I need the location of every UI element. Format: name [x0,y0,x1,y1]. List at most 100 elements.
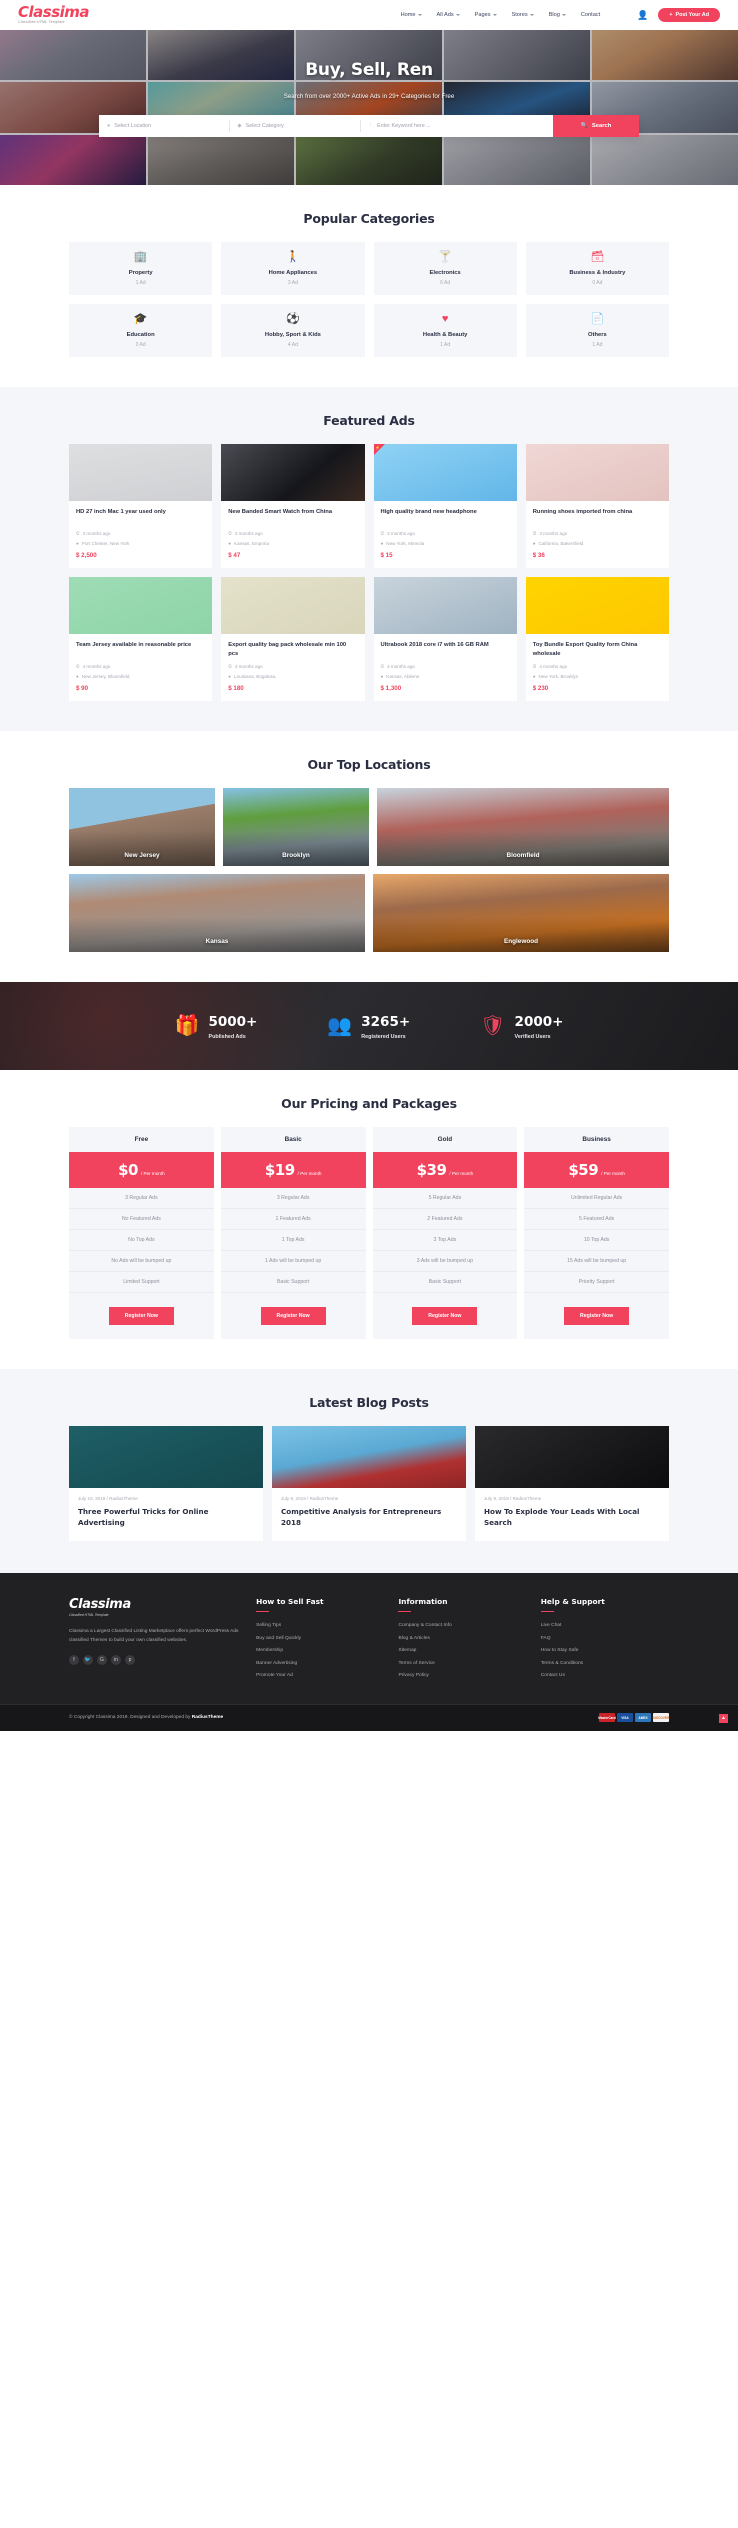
hero-subtitle: Search from over 2000+ Active Ads in 29+… [283,93,455,100]
register-now-button[interactable]: Register Now [412,1307,478,1325]
chevron-down-icon [561,14,566,16]
footer-link[interactable]: Terms of Service [398,1661,526,1666]
footer-link[interactable]: Blog & Articles [398,1636,526,1641]
ad-location: ● New York, Mineola [381,541,510,546]
nav-item-pages[interactable]: Pages [475,12,497,18]
footer-link[interactable]: Contact Us [541,1673,669,1678]
ad-time: ⏱ 3 months ago [381,531,510,536]
location-card-new-jersey[interactable]: New Jersey [69,788,215,866]
footer-link[interactable]: Privacy Policy [398,1673,526,1678]
clock-icon: ⏱ [76,531,80,536]
blog-thumbnail [475,1426,669,1488]
site-header: Classima Classified HTML Template Home A… [0,0,738,30]
ad-card[interactable]: Team Jersey available in reasonable pric… [69,577,213,701]
plan-feature: 5 Featured Ads [524,1209,669,1230]
ad-card[interactable]: New Banded Smart Watch from China ⏱ 3 mon… [221,444,365,568]
footer-link[interactable]: Live Chat [541,1623,669,1628]
blog-card[interactable]: July 9, 2019 / RadiusTheme Competitive A… [272,1426,466,1541]
ad-time-label: 3 months ago [387,531,415,536]
gift-icon: 🎁 [174,1015,200,1037]
nav-item-contact[interactable]: Contact [581,12,600,18]
blog-title: Three Powerful Tricks for Online Adverti… [78,1507,209,1527]
category-count: 6 Ad [440,279,451,286]
plan-period: / Per month [601,1171,625,1176]
ad-card[interactable]: Toy Bundle Export Quality form China who… [525,577,669,701]
plan-name: Basic [284,1136,302,1143]
ad-thumbnail [69,577,213,634]
footer-link[interactable]: Banner Advertising [256,1661,384,1666]
location-card-kansas[interactable]: Kansas [69,874,365,952]
plan-feature: 3 Regular Ads [69,1188,214,1209]
footer-link[interactable]: Selling Tips [256,1623,384,1628]
locations-row-1: New Jersey Brooklyn Bloomfield [69,788,669,866]
nav-item-blog[interactable]: Blog [549,12,566,18]
footer-link[interactable]: Company & Contact Info [398,1623,526,1628]
nav-item-home[interactable]: Home [401,12,422,18]
ad-title: Export quality bag pack wholesale min 10… [228,642,347,657]
keyword-field[interactable]: ⋮ Enter Keyword here ... [359,115,553,137]
post-your-ad-button[interactable]: + Post Your Ad [658,8,720,22]
facebook-icon[interactable]: f [69,1655,79,1666]
map-pin-icon: ● [228,674,232,679]
category-field[interactable]: ◆ Select Category [229,115,359,137]
chevron-down-icon [455,14,460,16]
footer-link[interactable]: Buy and Sell Quickly [256,1636,384,1641]
location-card-brooklyn[interactable]: Brooklyn [223,788,369,866]
section-title: Featured Ads [323,413,415,428]
footer-link[interactable]: Sitemap [398,1648,526,1653]
ad-card[interactable]: ⚡ High quality brand new headphone ⏱ 3 mo… [373,444,517,568]
ad-time-label: 4 months ago [539,664,568,669]
location-field[interactable]: ● Select Location [99,115,229,137]
hero-content: Buy, Sell, Ren Search from over 2000+ Ac… [0,30,738,185]
user-icon[interactable]: 👤 [637,10,648,20]
footer-link[interactable]: How to Stay Safe [541,1648,669,1653]
google-plus-icon[interactable]: G [97,1655,107,1666]
footer-link[interactable]: Promote Your Ad [256,1673,384,1678]
ad-location: ● California, Bakersfield [533,541,662,546]
plan-price-banner: $59 / Per month [524,1152,669,1188]
blog-card[interactable]: July 10, 2019 / RadiusTheme Three Powerf… [69,1426,263,1541]
footer-link[interactable]: Terms & Conditions [541,1661,669,1666]
twitter-icon[interactable]: 🐦 [83,1655,93,1666]
footer-link[interactable]: FAQ [541,1636,669,1641]
location-name: Brooklyn [282,852,310,859]
linkedin-icon[interactable]: in [111,1655,121,1666]
featured-ads-grid-row1: HD 27 inch Mac 1 year used only ⏱ 3 month… [69,444,669,568]
person-icon: 🚶 [286,250,300,263]
footer-bottom-bar: © Copyright Classima 2019. Designed and … [0,1703,738,1731]
back-to-top-button[interactable]: ▲ [719,1713,728,1723]
category-card-others[interactable]: 📄 Others 1 Ad [525,304,669,357]
register-now-button[interactable]: Register Now [260,1307,326,1325]
register-now-button[interactable]: Register Now [564,1307,630,1325]
register-now-button[interactable]: Register Now [108,1307,174,1325]
nav-item-stores[interactable]: Stores [512,12,534,18]
footer-logo[interactable]: Classima Classified HTML Template [69,1597,242,1617]
footer-link[interactable]: Membership [256,1648,384,1653]
category-card-electronics[interactable]: 🍸 Electronics 6 Ad [373,242,517,295]
site-logo[interactable]: Classima Classified HTML Template [18,5,90,24]
ad-card[interactable]: Export quality bag pack wholesale min 10… [221,577,365,701]
plan-period: / Per month [297,1171,322,1176]
ad-location: ● Port Chester, New York [76,541,205,546]
ad-card[interactable]: HD 27 inch Mac 1 year used only ⏱ 3 month… [69,444,213,568]
clock-icon: ⏱ [380,531,385,536]
category-card-business-industry[interactable]: 🗃 Business & Industry 0 Ad [525,242,669,295]
ad-card[interactable]: Running shoes imported from china ⏱ 3 mon… [525,444,669,568]
hero-banner: Buy, Sell, Ren Search from over 2000+ Ac… [0,30,738,185]
nav-label: Stores [511,12,528,18]
blog-card[interactable]: July 8, 2019 / RadiusTheme How To Explod… [475,1426,669,1541]
users-icon: 👥 [327,1015,353,1037]
category-card-education[interactable]: 🎓 Education 0 Ad [69,304,213,357]
category-card-health-beauty[interactable]: ♥ Health & Beauty 1 Ad [373,304,517,357]
category-card-hobby-sport-kids[interactable]: ⚽ Hobby, Sport & Kids 4 Ad [221,304,365,357]
category-card-home-appliances[interactable]: 🚶 Home Appliances 3 Ad [221,242,365,295]
ad-time: ⏱ 3 months ago [533,531,662,536]
nav-item-all-ads[interactable]: All Ads [437,12,460,18]
search-button[interactable]: 🔍 Search [552,115,639,137]
category-card-property[interactable]: 🏢 Property 1 Ad [69,242,213,295]
plan-price: $39 [416,1161,447,1179]
location-card-englewood[interactable]: Englewood [373,874,669,952]
pinterest-icon[interactable]: p [125,1655,135,1666]
ad-card[interactable]: Ultrabook 2018 core i7 with 16 GB RAM ⏱ 4… [373,577,517,701]
location-card-bloomfield[interactable]: Bloomfield [377,788,669,866]
